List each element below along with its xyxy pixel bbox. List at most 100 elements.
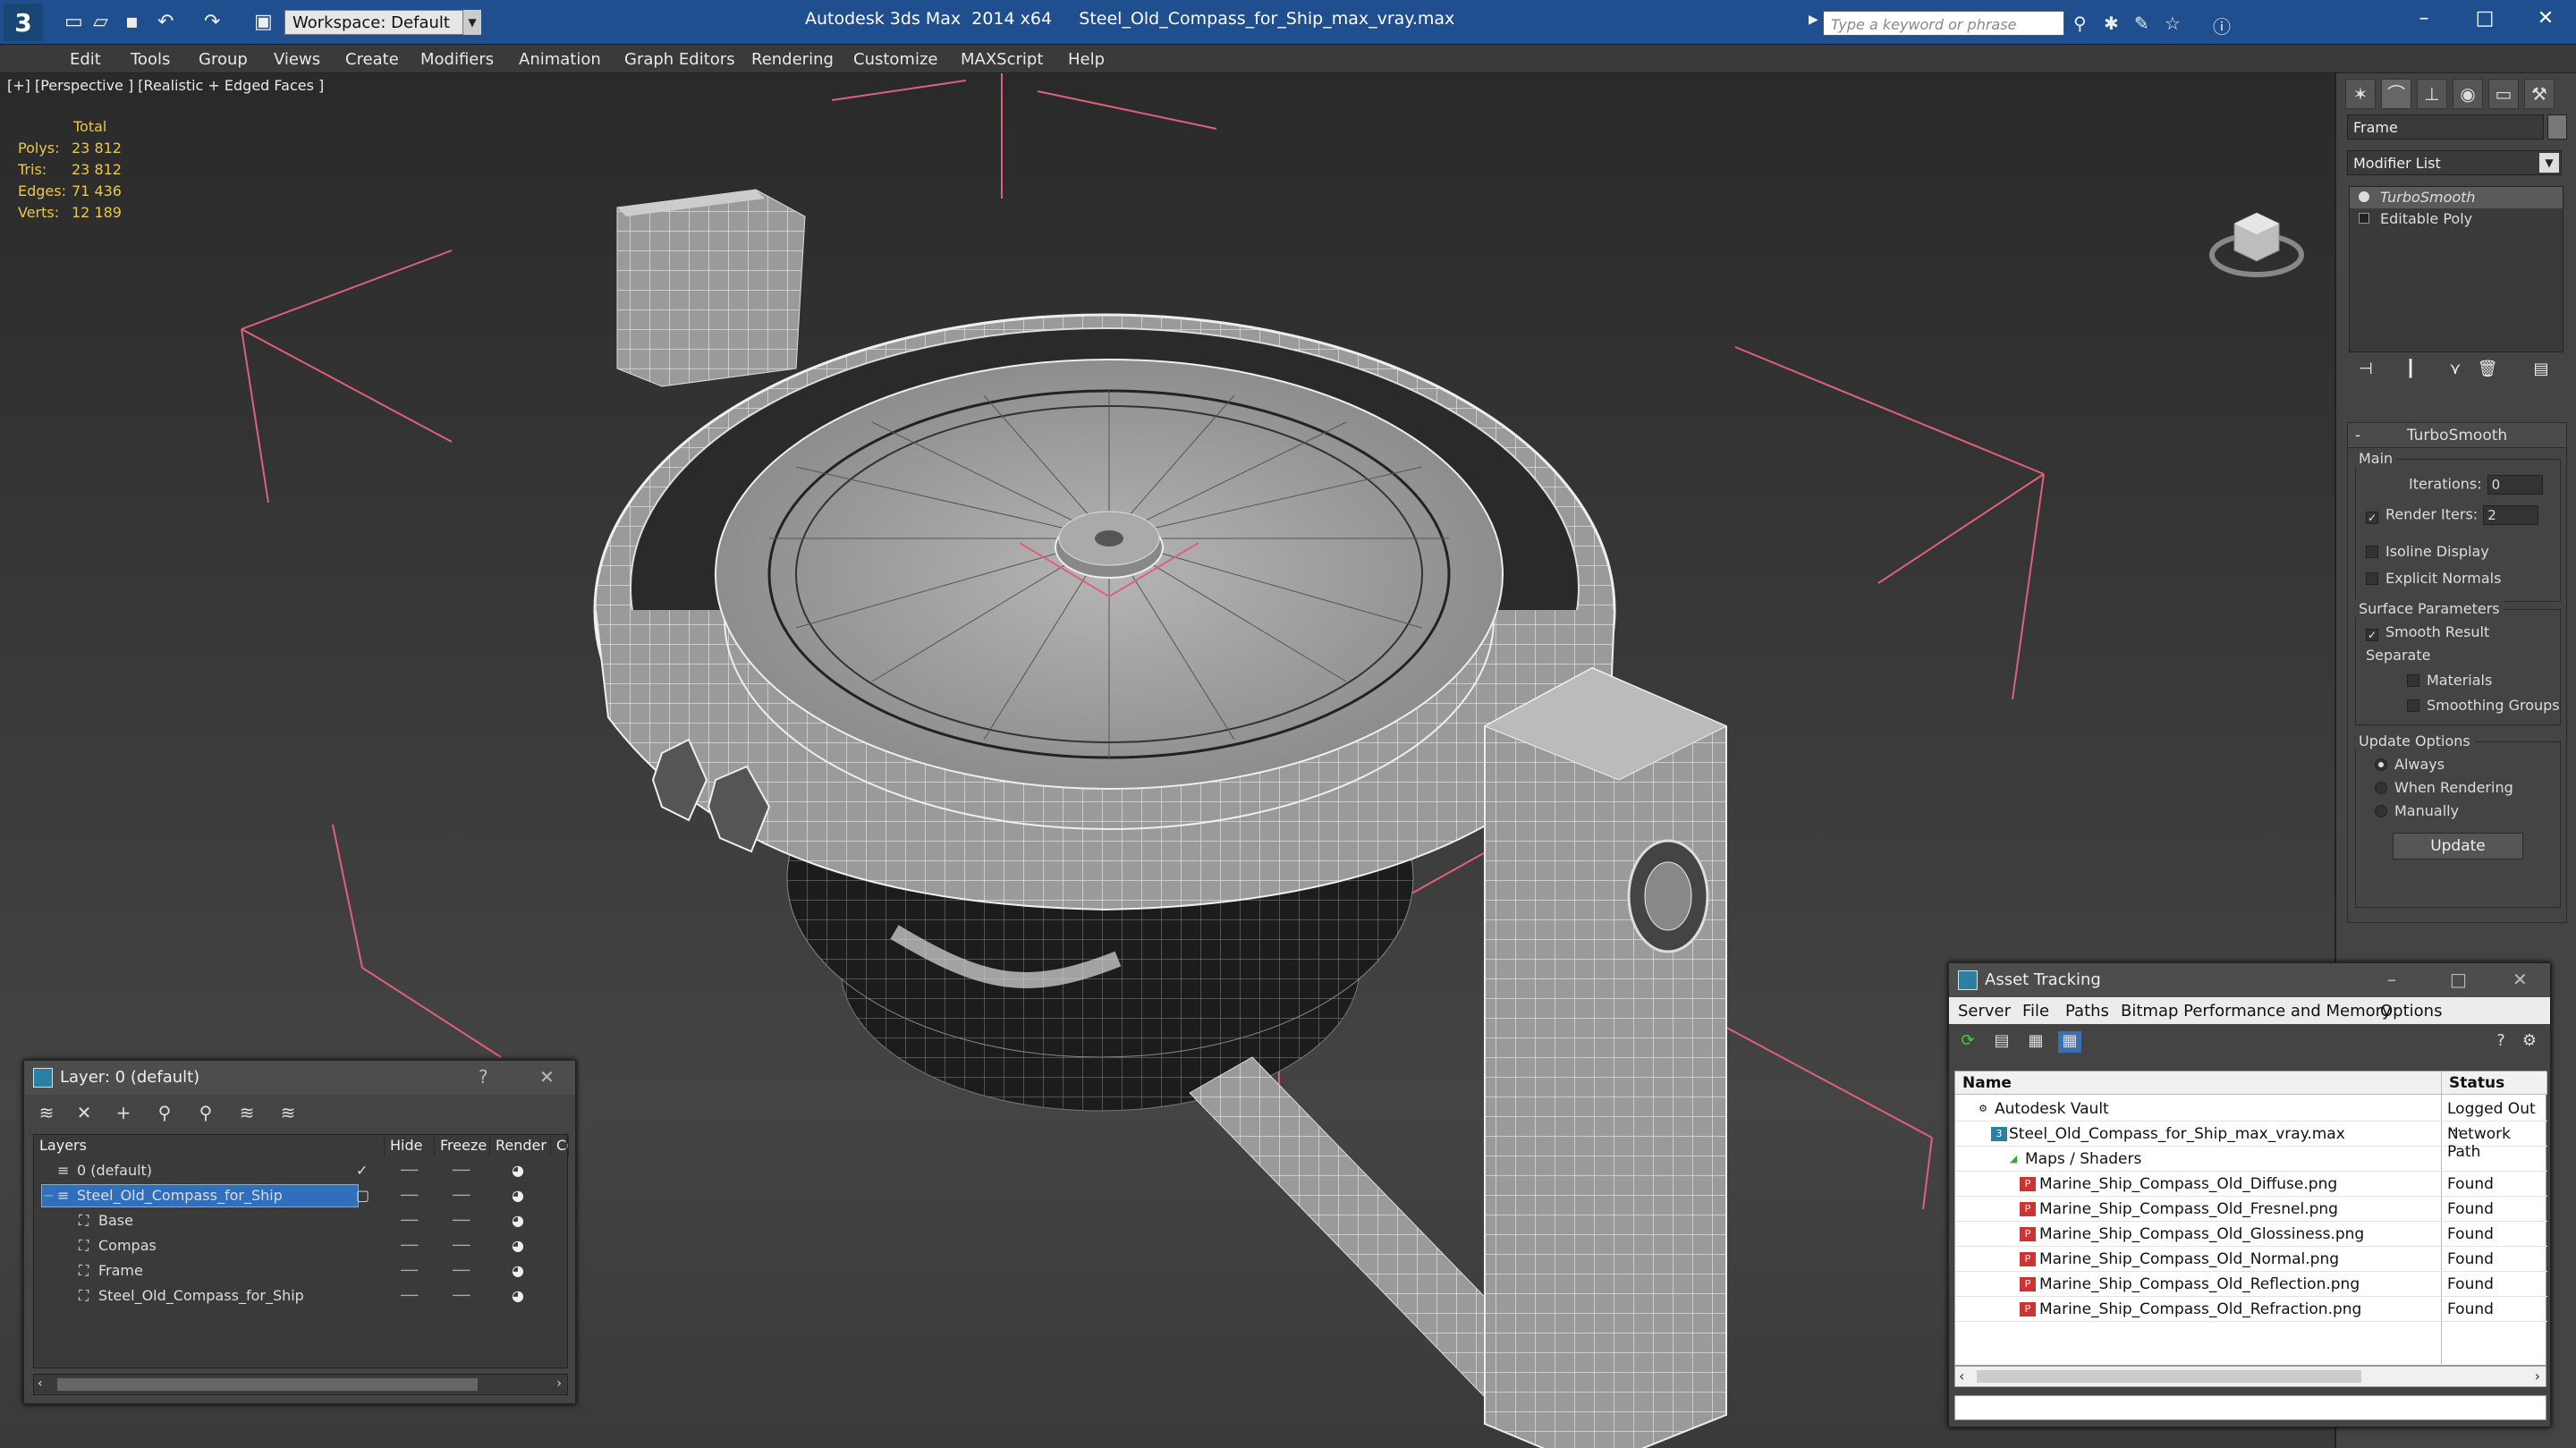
asset-window-titlebar[interactable]: Asset Tracking – □ ✕ (1949, 963, 2550, 997)
layer-object-row[interactable]: ⛶ Compas ── ── ◕ (34, 1233, 569, 1258)
materials-checkbox[interactable] (2407, 674, 2419, 687)
menu-views[interactable]: Views (274, 50, 320, 69)
render-iters-spinner[interactable]: 2 (2483, 505, 2539, 525)
update-always-option[interactable]: Always (2375, 756, 2445, 773)
menu-bitmap-performance[interactable]: Bitmap Performance and Memory (2121, 1002, 2392, 1020)
menu-modifiers[interactable]: Modifiers (420, 50, 494, 69)
close-icon[interactable]: ✕ (2512, 969, 2528, 990)
configure-modifier-sets-icon[interactable]: ▤ (2528, 360, 2555, 386)
update-when-rendering-option[interactable]: When Rendering (2375, 779, 2513, 796)
active-layer-check-icon[interactable]: ✓ (356, 1162, 368, 1179)
asset-row-texture[interactable]: P Marine_Ship_Compass_Old_Glossiness.png… (1955, 1222, 2547, 1247)
update-manually-option[interactable]: Manually (2375, 802, 2459, 819)
workspace-dropdown[interactable]: Workspace: Default (284, 10, 463, 35)
active-layer-box-icon[interactable]: ▢ (356, 1187, 369, 1204)
layer-row[interactable]: ≡ 0 (default) ✓ ── ── ◕ (34, 1158, 569, 1183)
favorites-star-icon[interactable]: ☆ (2165, 13, 2181, 34)
col-hide[interactable]: Hide (385, 1135, 435, 1156)
menu-graph-editors[interactable]: Graph Editors (624, 50, 735, 69)
render-teapot-icon[interactable]: ◕ (512, 1187, 524, 1204)
help-icon[interactable]: ⓘ (2213, 13, 2231, 38)
rollout-header[interactable]: - TurboSmooth (2348, 423, 2566, 448)
freeze-toggle[interactable]: ── (453, 1262, 470, 1279)
update-button[interactable]: Update (2393, 833, 2523, 859)
open-file-icon[interactable]: ▱ (93, 11, 108, 33)
col-render[interactable]: Render (490, 1135, 551, 1156)
undo-icon[interactable]: ↶ (157, 11, 174, 33)
create-tab-icon[interactable]: ✶ (2345, 79, 2376, 109)
menu-paths[interactable]: Paths (2065, 1002, 2109, 1020)
always-radio[interactable] (2375, 758, 2387, 771)
asset-path-field[interactable] (1954, 1395, 2546, 1420)
project-folder-icon[interactable]: ▣ (254, 11, 273, 33)
horizontal-scrollbar[interactable]: ‹ › (1954, 1366, 2546, 1387)
stack-item-editable-poly[interactable]: Editable Poly (2350, 208, 2563, 230)
object-name[interactable]: Steel_Old_Compass_for_Ship (98, 1287, 304, 1304)
asset-row-texture[interactable]: P Marine_Ship_Compass_Old_Reflection.png… (1955, 1272, 2547, 1297)
motion-tab-icon[interactable]: ◉ (2453, 79, 2483, 109)
smoothing-groups-option[interactable]: Smoothing Groups (2407, 697, 2560, 714)
menu-rendering[interactable]: Rendering (751, 50, 834, 69)
table-view-icon[interactable]: ▦ (2024, 1031, 2047, 1053)
asset-row-texture[interactable]: P Marine_Ship_Compass_Old_Diffuse.png Fo… (1955, 1172, 2547, 1197)
create-layer-icon[interactable]: ≋ (33, 1102, 60, 1125)
layer-row[interactable]: − ≡ Steel_Old_Compass_for_Ship ▢ ── ── ◕ (34, 1183, 569, 1208)
explicit-normals-checkbox[interactable] (2366, 572, 2378, 585)
hide-toggle[interactable]: ── (401, 1162, 418, 1179)
menu-file[interactable]: File (2022, 1002, 2049, 1020)
hide-toggle[interactable]: ── (401, 1212, 418, 1229)
freeze-toggle[interactable]: ── (453, 1287, 470, 1304)
manually-radio[interactable] (2375, 805, 2387, 817)
show-end-result-icon[interactable]: ┃ (2397, 360, 2424, 386)
smooth-result-checkbox[interactable]: ✓ (2366, 629, 2378, 641)
help-icon[interactable]: ? (479, 1066, 488, 1088)
menu-group[interactable]: Group (199, 50, 248, 69)
scroll-left-icon[interactable]: ‹ (1959, 1368, 1964, 1384)
menu-maxscript[interactable]: MAXScript (961, 50, 1043, 69)
help-icon[interactable]: ? (2489, 1031, 2512, 1053)
minimize-icon[interactable]: – (2406, 7, 2442, 30)
object-name[interactable]: Frame (98, 1262, 143, 1279)
expand-icon[interactable] (2359, 213, 2369, 224)
maximize-icon[interactable]: □ (2450, 969, 2467, 990)
stack-item-turbosmooth[interactable]: TurboSmooth (2350, 187, 2563, 208)
scrollbar-thumb[interactable] (1977, 1370, 2361, 1383)
hierarchy-tab-icon[interactable]: ⊥ (2417, 79, 2447, 109)
scroll-right-icon[interactable]: › (2535, 1368, 2540, 1384)
scrollbar-thumb[interactable] (57, 1378, 478, 1391)
layer-object-row[interactable]: ⛶ Steel_Old_Compass_for_Ship ── ── ◕ (34, 1283, 569, 1308)
collapse-icon[interactable]: − (43, 1187, 55, 1204)
freeze-toggle[interactable]: ── (453, 1162, 470, 1179)
object-name[interactable]: Compas (98, 1237, 157, 1254)
scroll-right-icon[interactable]: › (556, 1376, 562, 1391)
menu-animation[interactable]: Animation (519, 50, 601, 69)
make-unique-icon[interactable]: ⋎ (2442, 360, 2469, 386)
object-color-swatch[interactable] (2547, 114, 2567, 140)
layer-window-titlebar[interactable]: Layer: 0 (default) ? ✕ (24, 1061, 575, 1095)
grid-view-icon[interactable]: ▦ (2058, 1031, 2081, 1053)
communication-icon[interactable]: ✎ (2134, 13, 2149, 34)
search-input[interactable]: Type a keyword or phrase (1823, 11, 2064, 36)
refresh-icon[interactable]: ⟳ (1956, 1031, 1979, 1053)
isoline-checkbox[interactable] (2366, 546, 2378, 558)
menu-server[interactable]: Server (1958, 1002, 2011, 1020)
col-layers[interactable]: Layers (34, 1135, 385, 1156)
freeze-all-icon[interactable]: ≋ (275, 1102, 301, 1125)
render-teapot-icon[interactable]: ◕ (512, 1262, 524, 1279)
materials-option[interactable]: Materials (2407, 672, 2492, 689)
hide-all-icon[interactable]: ≋ (233, 1102, 260, 1125)
freeze-toggle[interactable]: ── (453, 1187, 470, 1204)
explicit-normals-option[interactable]: Explicit Normals (2366, 570, 2501, 587)
remove-modifier-icon[interactable]: 🗑 (2474, 360, 2501, 386)
app-logo-icon[interactable]: 3 (4, 4, 43, 41)
col-status[interactable]: Status (2442, 1071, 2547, 1095)
menu-create[interactable]: Create (345, 50, 399, 69)
layer-name[interactable]: 0 (default) (77, 1162, 152, 1179)
chevron-down-icon[interactable]: ▼ (2539, 153, 2559, 173)
modify-tab-icon[interactable]: ⌒ (2381, 79, 2411, 109)
render-teapot-icon[interactable]: ◕ (512, 1237, 524, 1254)
menu-edit[interactable]: Edit (70, 50, 101, 69)
pin-stack-icon[interactable]: ⊣ (2352, 360, 2379, 386)
highlight-layer-icon[interactable]: ⚲ (192, 1102, 219, 1125)
hide-toggle[interactable]: ── (401, 1187, 418, 1204)
